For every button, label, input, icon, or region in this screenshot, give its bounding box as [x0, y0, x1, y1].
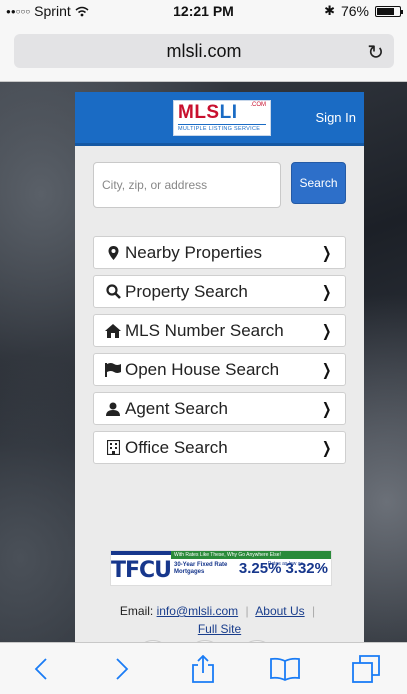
map-pin-icon — [104, 245, 122, 260]
mlsli-logo[interactable]: MLSLI .COM MULTIPLE LISTING SERVICE — [173, 99, 271, 136]
web-page: MLSLI .COM MULTIPLE LISTING SERVICE Sign… — [75, 92, 364, 642]
menu-item-property-search[interactable]: Property Search ❯ — [93, 275, 346, 308]
battery-icon — [375, 5, 403, 17]
status-bar: ●●○○○ Sprint 12:21 PM ✱ 76% — [0, 0, 407, 22]
menu-item-agent-search[interactable]: Agent Search ❯ — [93, 392, 346, 425]
chevron-right-icon — [116, 657, 129, 680]
share-button[interactable] — [183, 649, 223, 689]
menu-label: Nearby Properties — [125, 242, 263, 262]
user-icon — [104, 402, 122, 416]
chevron-right-icon: ❯ — [321, 439, 331, 457]
menu-item-nearby-properties[interactable]: Nearby Properties ❯ — [93, 236, 346, 269]
ad-tagline: With Rates Like These, Why Go Anywhere E… — [171, 551, 331, 559]
tfcu-logo: TFCU — [111, 551, 172, 585]
search-menu: Nearby Properties ❯ Property Search ❯ ML… — [75, 208, 364, 464]
battery-percent: 76% — [340, 3, 369, 19]
about-us-link[interactable]: About Us — [255, 604, 304, 618]
ad-rates: 30-Year Fixed Rate Mortgages 3.25% 3.32% — [171, 559, 331, 578]
bookmarks-button[interactable] — [265, 649, 305, 689]
back-button[interactable] — [21, 649, 61, 689]
ad-product: 30-Year Fixed Rate Mortgages — [174, 561, 228, 575]
menu-label: MLS Number Search — [125, 320, 284, 340]
tfcu-ad-banner[interactable]: TFCU With Rates Like These, Why Go Anywh… — [110, 550, 332, 586]
menu-label: Open House Search — [125, 359, 280, 379]
reload-icon[interactable]: ↻ — [367, 40, 384, 65]
separator: | — [311, 604, 316, 618]
chevron-left-icon — [34, 657, 47, 680]
logo-tagline: MULTIPLE LISTING SERVICE — [178, 123, 266, 132]
menu-label: Office Search — [125, 437, 228, 457]
tabs-icon — [352, 654, 381, 683]
browser-toolbar — [0, 642, 407, 694]
menu-item-office-search[interactable]: Office Search ❯ — [93, 431, 346, 464]
chevron-right-icon: ❯ — [321, 283, 331, 301]
url-field[interactable]: mlsli.com ↻ — [14, 34, 394, 68]
email-link[interactable]: info@mlsli.com — [157, 604, 239, 618]
menu-label: Agent Search — [125, 398, 229, 418]
forward-button[interactable] — [102, 649, 142, 689]
search-input[interactable] — [93, 162, 281, 208]
menu-label: Property Search — [125, 281, 248, 301]
carrier-group: ●●○○○ Sprint — [6, 3, 89, 19]
sign-in-link[interactable]: Sign In — [316, 110, 356, 125]
browser-address-area: mlsli.com ↻ — [0, 22, 407, 82]
chevron-right-icon: ❯ — [321, 400, 331, 418]
share-icon — [192, 654, 215, 683]
status-right-group: ✱ 76% — [324, 3, 403, 19]
magnifier-icon — [104, 284, 122, 299]
menu-item-open-house-search[interactable]: Open House Search ❯ — [93, 353, 346, 386]
building-icon — [104, 440, 122, 455]
search-button[interactable]: Search — [291, 162, 346, 204]
carrier-name: Sprint — [34, 3, 71, 19]
chevron-right-icon: ❯ — [321, 322, 331, 340]
menu-item-mls-number-search[interactable]: MLS Number Search ❯ — [93, 314, 346, 347]
site-footer: Email: info@mlsli.com | About Us | Full … — [75, 602, 364, 638]
chevron-right-icon: ❯ — [321, 244, 331, 262]
separator: | — [245, 604, 249, 618]
logo-com: .COM — [250, 101, 266, 108]
url-text: mlsli.com — [166, 40, 242, 61]
footer-links-row-2: Full Site — [75, 620, 364, 638]
ad-body: With Rates Like These, Why Go Anywhere E… — [171, 551, 331, 585]
signal-strength-icon: ●●○○○ — [6, 6, 31, 16]
home-icon — [104, 323, 122, 338]
full-site-link[interactable]: Full Site — [198, 622, 241, 636]
battery-level — [377, 7, 394, 15]
email-label: Email: — [119, 604, 154, 618]
book-icon — [269, 657, 300, 681]
ad-as-low-as: Rates as low as — [267, 561, 303, 567]
search-row: Search — [75, 146, 364, 208]
bluetooth-icon: ✱ — [324, 3, 335, 18]
wifi-icon — [75, 6, 89, 16]
footer-links-row: Email: info@mlsli.com | About Us | — [75, 602, 364, 620]
flag-icon — [104, 362, 122, 377]
tabs-button[interactable] — [346, 649, 386, 689]
chevron-right-icon: ❯ — [321, 361, 331, 379]
site-header: MLSLI .COM MULTIPLE LISTING SERVICE Sign… — [75, 92, 364, 146]
